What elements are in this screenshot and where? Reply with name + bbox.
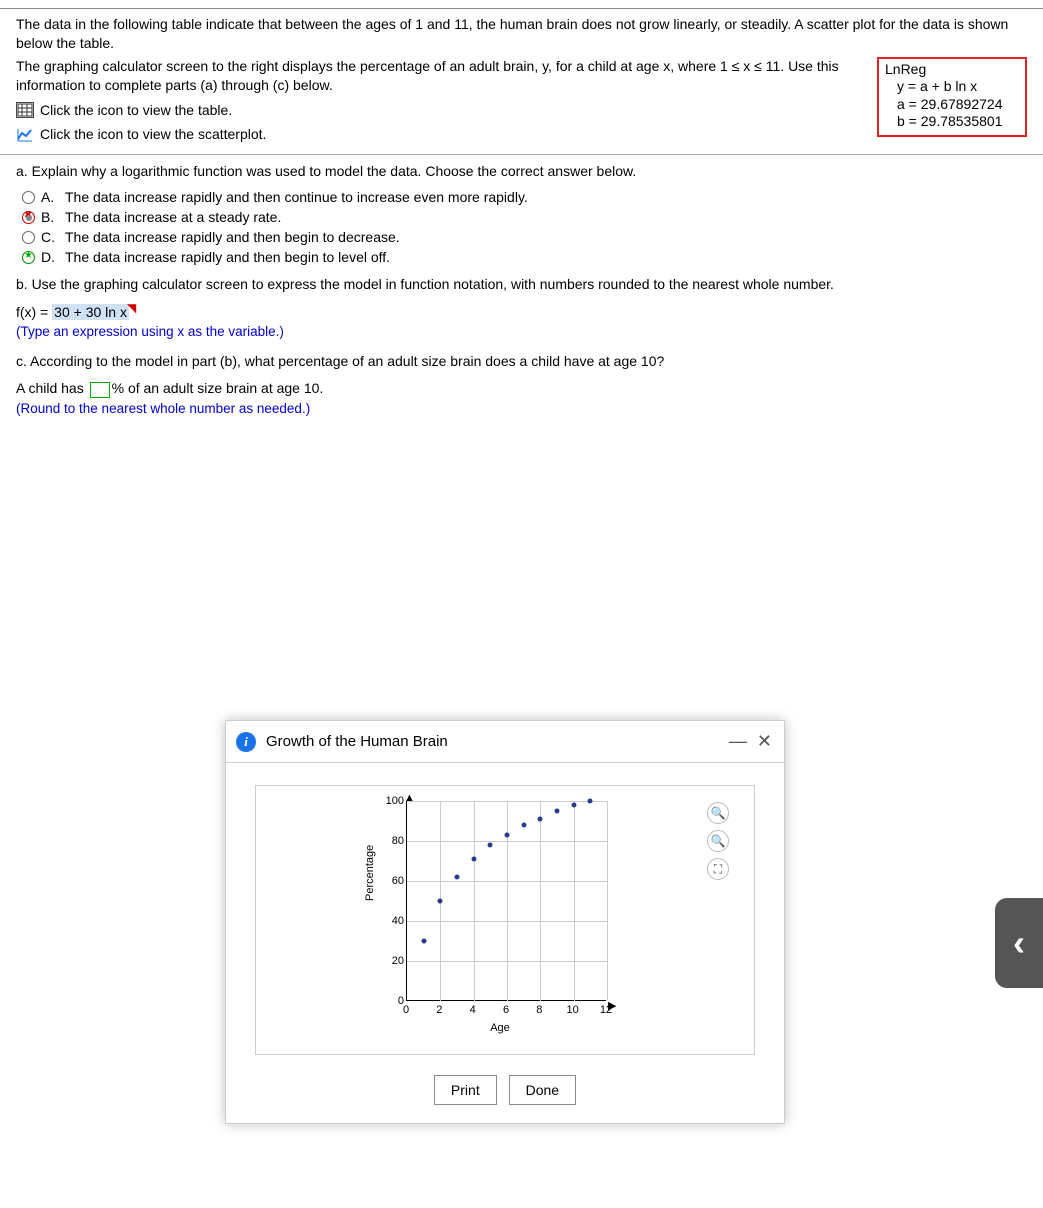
plot-area — [406, 801, 606, 1001]
view-table-link[interactable]: Click the icon to view the table. — [40, 101, 232, 120]
choice-d-text: The data increase rapidly and then begin… — [65, 249, 390, 265]
part-b-hint: (Type an expression using x as the varia… — [16, 323, 1027, 342]
lnreg-a: a = 29.67892724 — [885, 96, 1017, 114]
x-tick-label: 12 — [600, 1004, 612, 1016]
data-point — [505, 833, 510, 838]
fx-label: f(x) = — [16, 304, 52, 320]
zoom-out-icon[interactable]: 🔍 — [707, 830, 729, 852]
choice-b-text: The data increase at a steady rate. — [65, 209, 281, 225]
x-axis-label: Age — [490, 1022, 510, 1034]
choice-c[interactable]: C. The data increase rapidly and then be… — [22, 229, 1027, 245]
table-icon[interactable] — [16, 102, 34, 118]
choice-b-letter: B. — [41, 209, 59, 225]
choice-a-letter: A. — [41, 189, 59, 205]
scatterplot-icon[interactable] — [16, 127, 34, 143]
data-point — [521, 823, 526, 828]
y-axis-label: Percentage — [364, 845, 376, 901]
zoom-in-icon[interactable]: 🔍 — [707, 802, 729, 824]
choice-c-text: The data increase rapidly and then begin… — [65, 229, 400, 245]
done-button[interactable]: Done — [509, 1075, 576, 1105]
data-point — [588, 799, 593, 804]
close-icon[interactable]: ✕ — [757, 731, 772, 752]
choice-d-letter: D. — [41, 249, 59, 265]
y-tick-label: 60 — [392, 875, 404, 887]
x-tick-label: 0 — [403, 1004, 409, 1016]
lnreg-b: b = 29.78535801 — [885, 113, 1017, 131]
chart-area: ▲ Percentage Age ▶ 🔍 🔍 ⛶ 020406080100024… — [255, 785, 755, 1055]
choice-d[interactable]: D. The data increase rapidly and then be… — [22, 249, 1027, 265]
data-point — [455, 875, 460, 880]
part-a-prompt: a. Explain why a logarithmic function wa… — [16, 163, 636, 179]
intro-text: The data in the following table indicate… — [16, 15, 1027, 53]
percentage-input[interactable] — [90, 382, 110, 398]
data-point — [555, 809, 560, 814]
x-tick-label: 6 — [503, 1004, 509, 1016]
scatterplot-modal: i Growth of the Human Brain — ✕ ▲ Percen… — [225, 720, 785, 1124]
y-tick-label: 80 — [392, 835, 404, 847]
part-c-post: % of an adult size brain at age 10. — [112, 380, 324, 396]
choice-c-letter: C. — [41, 229, 59, 245]
y-tick-label: 100 — [386, 795, 404, 807]
data-point — [438, 899, 443, 904]
caret-icon: ◥ — [127, 301, 136, 315]
x-tick-label: 10 — [567, 1004, 579, 1016]
x-tick-label: 8 — [536, 1004, 542, 1016]
data-point — [538, 817, 543, 822]
info-icon: i — [236, 732, 256, 752]
side-tab-button[interactable]: ‹ — [995, 898, 1043, 988]
data-point — [421, 939, 426, 944]
modal-title: Growth of the Human Brain — [266, 733, 719, 750]
x-tick-label: 4 — [470, 1004, 476, 1016]
choice-b[interactable]: B. The data increase at a steady rate. — [22, 209, 1027, 225]
choice-a-text: The data increase rapidly and then conti… — [65, 189, 528, 205]
part-b-prompt: b. Use the graphing calculator screen to… — [16, 275, 1027, 295]
expand-icon[interactable]: ⛶ — [707, 858, 729, 880]
minimize-icon[interactable]: — — [729, 731, 747, 752]
lnreg-title: LnReg — [885, 61, 1017, 79]
y-tick-label: 20 — [392, 955, 404, 967]
part-c-pre: A child has — [16, 380, 88, 396]
fx-answer[interactable]: 30 + 30 ln x — [52, 304, 129, 320]
data-point — [571, 803, 576, 808]
part-c-prompt: c. According to the model in part (b), w… — [16, 351, 1027, 372]
lnreg-box: LnReg y = a + b ln x a = 29.67892724 b =… — [877, 57, 1027, 137]
data-point — [471, 857, 476, 862]
view-scatterplot-link[interactable]: Click the icon to view the scatterplot. — [40, 125, 266, 144]
print-button[interactable]: Print — [434, 1075, 497, 1105]
part-c-hint: (Round to the nearest whole number as ne… — [16, 399, 1027, 419]
x-tick-label: 2 — [436, 1004, 442, 1016]
y-tick-label: 40 — [392, 915, 404, 927]
lnreg-eq: y = a + b ln x — [885, 78, 1017, 96]
choice-a[interactable]: A. The data increase rapidly and then co… — [22, 189, 1027, 205]
intro2-text: The graphing calculator screen to the ri… — [16, 57, 867, 95]
data-point — [488, 843, 493, 848]
